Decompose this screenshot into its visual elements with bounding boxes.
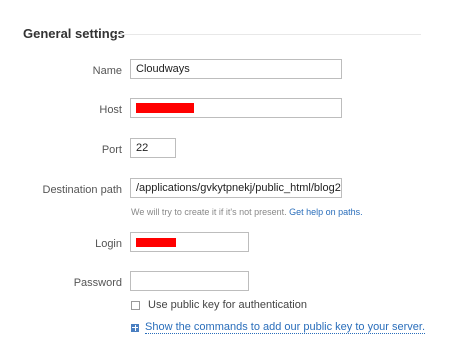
section-divider [115, 34, 421, 35]
show-commands-link[interactable]: Show the commands to add our public key … [145, 321, 426, 334]
host-redacted-value [136, 103, 194, 113]
show-commands-row[interactable]: Show the commands to add our public key … [131, 321, 426, 334]
password-input[interactable] [130, 271, 249, 291]
public-key-checkbox[interactable] [131, 300, 140, 310]
destination-path-value: /applications/gvkytpnekj/public_html/blo… [136, 182, 342, 194]
host-input[interactable] [130, 98, 342, 118]
host-label: Host [99, 104, 122, 116]
destination-path-help-text: We will try to create it if it's not pre… [131, 207, 287, 217]
expand-plus-icon[interactable] [131, 323, 139, 332]
public-key-checkbox-label: Use public key for authentication [148, 299, 307, 311]
public-key-option[interactable]: Use public key for authentication [131, 299, 307, 311]
destination-path-help: We will try to create it if it's not pre… [131, 207, 363, 217]
port-value: 22 [136, 142, 149, 154]
destination-path-label: Destination path [42, 184, 123, 196]
destination-path-input[interactable]: /applications/gvkytpnekj/public_html/blo… [130, 178, 342, 198]
section-title: General settings [23, 26, 125, 41]
name-value: Cloudways [136, 63, 190, 75]
name-input[interactable]: Cloudways [130, 59, 342, 79]
login-label: Login [95, 238, 122, 250]
help-on-paths-link[interactable]: Get help on paths. [289, 207, 363, 217]
name-label: Name [92, 65, 122, 77]
password-label: Password [73, 277, 122, 289]
port-label: Port [101, 144, 122, 156]
login-input[interactable] [130, 232, 249, 252]
login-redacted-value [136, 237, 176, 247]
port-input[interactable]: 22 [130, 138, 176, 158]
